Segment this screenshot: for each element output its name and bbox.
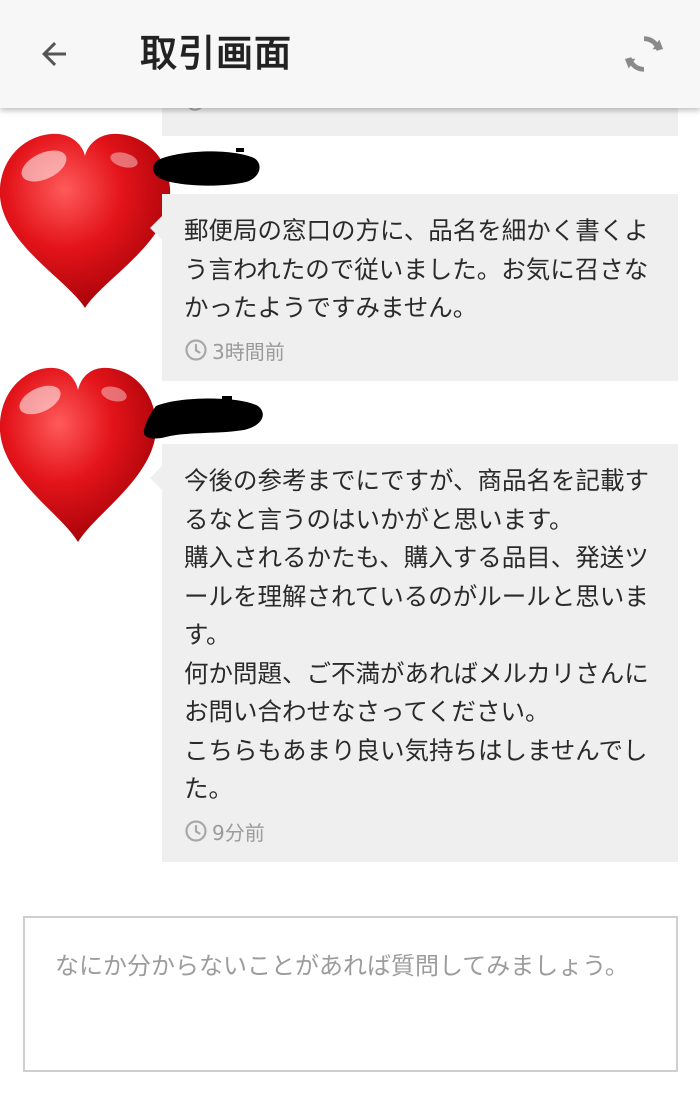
redacted-username bbox=[153, 148, 260, 186]
timestamp-label: 9分前 bbox=[212, 820, 265, 845]
app-header: 取引画面 bbox=[0, 0, 700, 108]
message-bubble: 今後の参考までにですが、商品名を記載するなと言うのはいかがと思います。 購入され… bbox=[150, 444, 678, 862]
redacted-username bbox=[143, 396, 263, 439]
heart-avatar-icon[interactable] bbox=[0, 362, 160, 546]
message-input-container bbox=[23, 916, 678, 1072]
message-text: 今後の参考までにですが、商品名を記載するなと言うのはいかがと思います。 購入され… bbox=[184, 466, 650, 803]
page-title: 取引画面 bbox=[140, 32, 292, 75]
timestamp-label: 3時間前 bbox=[212, 339, 285, 364]
refresh-icon bbox=[624, 36, 664, 72]
message-item: 今後の参考までにですが、商品名を記載するなと言うのはいかがと思います。 購入され… bbox=[0, 362, 700, 872]
clock-icon bbox=[185, 820, 207, 842]
message-timestamp: 3時間前 bbox=[184, 336, 656, 365]
clock-icon bbox=[185, 339, 207, 361]
message-bubble: 郵便局の窓口の方に、品名を細かく書くよう言われたので従いました。お気に召さなかっ… bbox=[150, 194, 678, 381]
message-text: 郵便局の窓口の方に、品名を細かく書くよう言われたので従いました。お気に召さなかっ… bbox=[184, 216, 649, 322]
refresh-button[interactable] bbox=[620, 30, 668, 78]
message-timestamp: 9分前 bbox=[184, 817, 656, 846]
message-input[interactable] bbox=[55, 948, 646, 1050]
heart-avatar-icon[interactable] bbox=[0, 128, 174, 312]
arrow-left-icon bbox=[42, 42, 66, 66]
transaction-screen: 取引画面 郵便局の窓口の方に、品名を細かく書くよう言われたので従いました。お気に… bbox=[0, 0, 700, 1104]
back-button[interactable] bbox=[28, 28, 80, 80]
message-item: 郵便局の窓口の方に、品名を細かく書くよう言われたので従いました。お気に召さなかっ… bbox=[0, 128, 700, 390]
